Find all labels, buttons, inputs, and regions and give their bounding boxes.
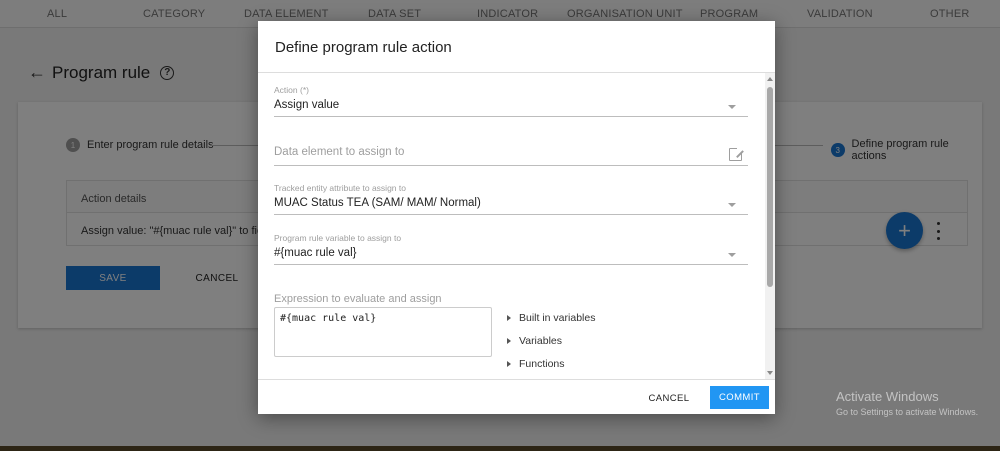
dialog-cancel-button[interactable]: CANCEL [642, 387, 696, 409]
expression-textarea[interactable]: #{muac rule val} [274, 307, 492, 357]
dropdown-arrow-icon [728, 105, 736, 109]
dropdown-arrow-icon [728, 253, 736, 257]
activate-windows-watermark: Activate Windows Go to Settings to activ… [836, 389, 978, 417]
tracked-attribute-label: Tracked entity attribute to assign to [274, 183, 406, 193]
watermark-title: Activate Windows [836, 389, 939, 404]
watermark-subtitle: Go to Settings to activate Windows. [836, 407, 979, 417]
divider [258, 379, 775, 380]
tracked-attribute-value: MUAC Status TEA (SAM/ MAM/ Normal) [274, 197, 481, 209]
expression-helpers: Built in variables Variables Functions [507, 306, 595, 375]
expand-triangle-icon [507, 314, 511, 321]
scroll-up-icon[interactable] [767, 77, 773, 81]
rule-variable-label: Program rule variable to assign to [274, 233, 402, 243]
expand-triangle-icon [507, 337, 511, 344]
expander-functions[interactable]: Functions [507, 352, 595, 375]
dialog-scrollbar[interactable] [765, 73, 775, 379]
expander-built-in-variables[interactable]: Built in variables [507, 306, 595, 329]
action-select[interactable]: Action (*) Assign value [274, 85, 748, 117]
dialog-title: Define program rule action [275, 39, 452, 56]
dialog-body: Action (*) Assign value Data element to … [258, 73, 775, 379]
expander-label: Functions [519, 357, 565, 370]
open-in-new-icon[interactable] [729, 146, 744, 161]
scroll-thumb[interactable] [767, 87, 773, 287]
expression-label: Expression to evaluate and assign [274, 293, 442, 305]
action-label: Action (*) [274, 85, 309, 95]
data-element-placeholder: Data element to assign to [274, 146, 405, 158]
define-action-dialog: Define program rule action Action (*) As… [258, 21, 775, 414]
tracked-attribute-select[interactable]: Tracked entity attribute to assign to MU… [274, 183, 748, 215]
commit-button[interactable]: COMMIT [710, 386, 769, 409]
rule-variable-select[interactable]: Program rule variable to assign to #{mua… [274, 233, 748, 265]
data-element-field[interactable]: Data element to assign to [274, 146, 748, 166]
expander-label: Built in variables [519, 311, 596, 324]
scroll-down-icon[interactable] [767, 371, 773, 375]
action-value: Assign value [274, 99, 340, 111]
expander-label: Variables [519, 334, 562, 347]
rule-variable-value: #{muac rule val} [274, 247, 357, 259]
dropdown-arrow-icon [728, 203, 736, 207]
expander-variables[interactable]: Variables [507, 329, 595, 352]
expand-triangle-icon [507, 360, 511, 367]
